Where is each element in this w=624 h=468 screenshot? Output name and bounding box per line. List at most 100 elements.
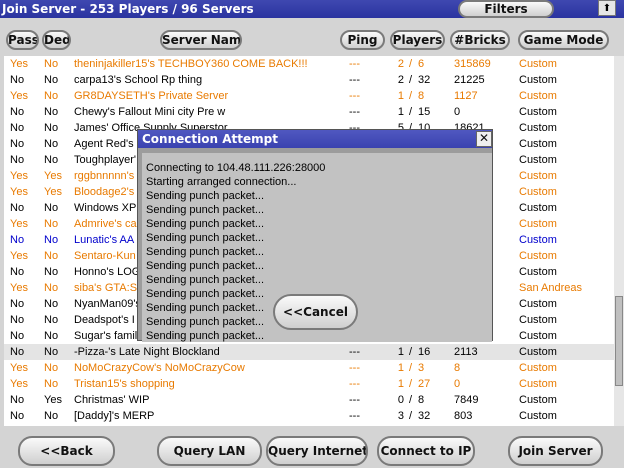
log-line: Sending punch packet... <box>146 288 265 300</box>
cancel-button[interactable]: <<Cancel <box>273 294 358 330</box>
pass-cell: No <box>10 298 25 310</box>
game-mode-cell: Custom <box>519 298 557 310</box>
log-line: Sending punch packet... <box>146 302 265 314</box>
ded-cell: No <box>44 154 59 166</box>
connect-to-ip-button[interactable]: Connect to IP <box>377 436 475 466</box>
game-mode-cell: Custom <box>519 266 557 278</box>
players-cell: 1 <box>397 378 404 390</box>
pass-cell: Yes <box>10 58 28 70</box>
connection-dialog: Connection Attempt ✕ Connecting to 104.4… <box>137 129 493 342</box>
game-mode-cell: Custom <box>519 138 557 150</box>
ded-cell: Yes <box>44 186 62 198</box>
bricks-cell: 0 <box>454 106 461 118</box>
bricks-cell: 7849 <box>454 394 479 406</box>
server-name-cell: GR8DAYSETH's Private Server <box>74 90 229 102</box>
max-players-cell: 3 <box>418 362 425 374</box>
ded-cell: No <box>44 218 59 230</box>
game-mode-cell: Custom <box>519 410 557 422</box>
dialog-title: Connection Attempt <box>142 132 278 146</box>
game-mode-cell: Custom <box>519 170 557 182</box>
players-separator: / <box>409 378 413 390</box>
pass-cell: Yes <box>10 170 28 182</box>
game-mode-cell: Custom <box>519 330 557 342</box>
scroll-thumb[interactable] <box>615 296 623 386</box>
query-internet-button[interactable]: Query Internet <box>266 436 368 466</box>
close-icon[interactable]: ✕ <box>476 131 492 147</box>
bricks-cell: 21225 <box>454 74 485 86</box>
column-header-pass[interactable]: Pass <box>6 30 39 50</box>
max-players-cell: 15 <box>418 106 431 118</box>
game-mode-cell: Custom <box>519 186 557 198</box>
game-mode-cell: Custom <box>519 346 557 358</box>
game-mode-cell: San Andreas <box>519 282 582 294</box>
max-players-cell: 16 <box>418 346 431 358</box>
bricks-cell: 8 <box>454 362 461 374</box>
server-row[interactable]: Yes No theninjakiller15's TECHBOY360 COME … <box>4 56 614 72</box>
server-row[interactable]: No No -Pizza-'s Late Night Blockland --- 1 16… <box>4 344 614 360</box>
ded-cell: No <box>44 410 59 422</box>
log-line: Sending punch packet... <box>146 246 265 258</box>
server-list-scrollbar[interactable] <box>614 56 624 426</box>
log-line: Sending punch packet... <box>146 218 265 230</box>
log-line: Sending punch packet... <box>146 316 265 328</box>
server-row[interactable]: No No carpa13's School Rp thing --- 2 32 21225… <box>4 72 614 88</box>
players-separator: / <box>409 74 413 86</box>
ded-cell: No <box>44 106 59 118</box>
ping-cell: --- <box>349 58 360 70</box>
join-server-button[interactable]: Join Server <box>508 436 603 466</box>
column-header-players[interactable]: Players <box>390 30 445 50</box>
up-arrow-icon[interactable]: ⬆ <box>598 0 616 16</box>
column-header-game-mode[interactable]: Game Mode <box>518 30 609 50</box>
column-header-server-name[interactable]: Server Name <box>160 30 242 50</box>
log-line: Sending punch packet... <box>146 232 265 244</box>
log-line: Sending punch packet... <box>146 204 265 216</box>
filters-button[interactable]: Filters <box>458 0 554 18</box>
game-mode-cell: Custom <box>519 90 557 102</box>
game-mode-cell: Custom <box>519 250 557 262</box>
ded-cell: No <box>44 330 59 342</box>
query-lan-button[interactable]: Query LAN <box>157 436 262 466</box>
server-row[interactable]: No No Chewy's Fallout Mini city Pre w --- 1 1… <box>4 104 614 120</box>
ded-cell: No <box>44 346 59 358</box>
ded-cell: No <box>44 202 59 214</box>
column-header-bricks[interactable]: #Bricks <box>450 30 510 50</box>
server-row[interactable]: Yes No NoMoCrazyCow's NoMoCrazyCow --- 1 3 8 Cu… <box>4 360 614 376</box>
ping-cell: --- <box>349 90 360 102</box>
pass-cell: No <box>10 138 25 150</box>
ded-cell: No <box>44 266 59 278</box>
game-mode-cell: Custom <box>519 122 557 134</box>
players-cell: 0 <box>397 394 404 406</box>
column-header-ping[interactable]: Ping <box>340 30 385 50</box>
pass-cell: Yes <box>10 378 28 390</box>
ded-cell: No <box>44 314 59 326</box>
game-mode-cell: Custom <box>519 106 557 118</box>
server-name-cell: -Pizza-'s Late Night Blockland <box>74 346 220 358</box>
ded-cell: No <box>44 378 59 390</box>
game-mode-cell: Custom <box>519 378 557 390</box>
ded-cell: No <box>44 234 59 246</box>
players-cell: 1 <box>397 362 404 374</box>
back-button[interactable]: <<Back <box>18 436 115 466</box>
ded-cell: Yes <box>44 394 62 406</box>
server-row[interactable]: No Yes Christmas' WIP --- 0 8 7849 Custom / <box>4 392 614 408</box>
server-row[interactable]: Yes No Tristan15's shopping --- 1 27 0 Custom / <box>4 376 614 392</box>
pass-cell: No <box>10 410 25 422</box>
game-mode-cell: Custom <box>519 394 557 406</box>
players-cell: 3 <box>397 410 404 422</box>
players-cell: 2 <box>397 58 404 70</box>
column-header-ded[interactable]: Ded <box>42 30 71 50</box>
ping-cell: --- <box>349 410 360 422</box>
game-mode-cell: Custom <box>519 218 557 230</box>
players-separator: / <box>409 394 413 406</box>
pass-cell: Yes <box>10 250 28 262</box>
game-mode-cell: Custom <box>519 362 557 374</box>
pass-cell: No <box>10 314 25 326</box>
max-players-cell: 8 <box>418 90 425 102</box>
server-row[interactable]: No No [Daddy]'s MERP --- 3 32 803 Custom / <box>4 408 614 424</box>
max-players-cell: 32 <box>418 410 431 422</box>
players-separator: / <box>409 58 413 70</box>
pass-cell: No <box>10 154 25 166</box>
server-row[interactable]: Yes No GR8DAYSETH's Private Server --- 1 8 112… <box>4 88 614 104</box>
players-cell: 1 <box>397 90 404 102</box>
pass-cell: No <box>10 122 25 134</box>
